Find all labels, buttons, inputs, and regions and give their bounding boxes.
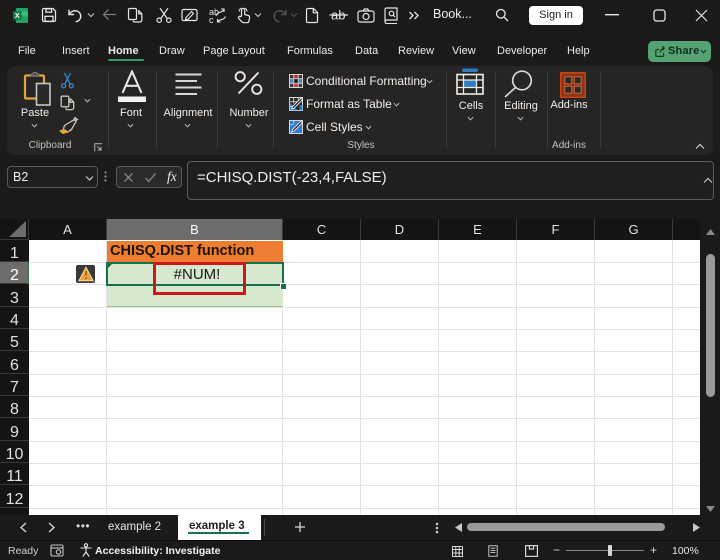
svg-text:X: X — [15, 11, 20, 20]
svg-text:c: c — [209, 15, 214, 24]
